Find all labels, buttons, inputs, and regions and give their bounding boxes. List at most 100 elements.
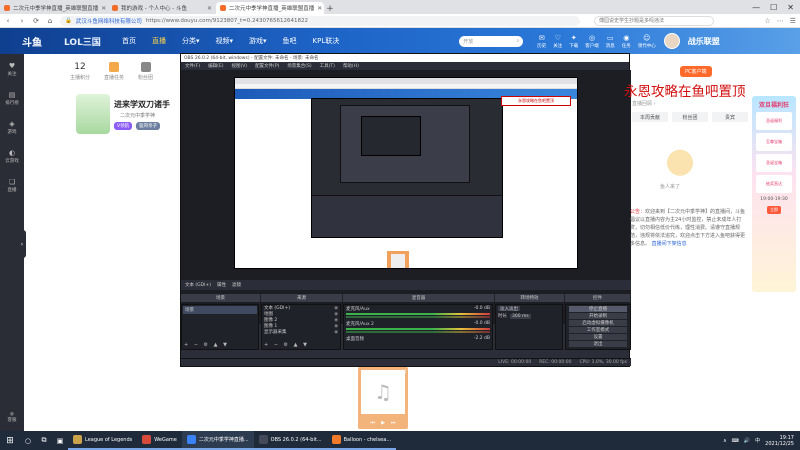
keyboard-icon[interactable]: ⌨: [732, 438, 739, 444]
obs-menu-file[interactable]: 文件(F): [185, 63, 200, 69]
sidebar-item-follow[interactable]: ♥ 关注: [8, 62, 17, 77]
anchor-badge[interactable]: 猛哥亲子: [136, 122, 161, 130]
menu-icon[interactable]: ☰: [790, 17, 796, 25]
eye-icon[interactable]: ◉: [334, 318, 338, 323]
volume-slider[interactable]: [346, 331, 490, 333]
tray-overflow-icon[interactable]: ∧: [723, 438, 727, 444]
browser-tab-1[interactable]: 二次元中季学神直播_英雄联盟直播 ✕: [0, 2, 108, 14]
nav-video[interactable]: 视频▾: [216, 36, 234, 46]
task-view-icon[interactable]: ⧉: [36, 436, 52, 445]
exit-button[interactable]: 退出: [569, 341, 627, 347]
browser-tab-3-active[interactable]: 二次元中季学神直播_英雄联盟直播 ✕: [216, 2, 324, 14]
transition-duration[interactable]: 时长 300 ms: [496, 312, 562, 320]
studio-mode-button[interactable]: 工作室模式: [569, 327, 627, 333]
center-button[interactable]: ☺ 领代中心: [638, 34, 656, 49]
minimize-button[interactable]: —: [752, 3, 760, 12]
volume-icon[interactable]: 🔊: [744, 438, 750, 444]
header-banner-text[interactable]: 战乐联盟: [688, 36, 720, 47]
close-tab-icon[interactable]: ✕: [207, 5, 212, 12]
sidebar-item-live[interactable]: ❏ 直播: [8, 178, 17, 193]
sidebar-collapse-button[interactable]: ›: [18, 230, 26, 258]
obs-title-bar[interactable]: OBS 26.0.2 (64-bit, windows) - 配置文件: 未命名…: [181, 54, 629, 62]
review-link[interactable]: 直播回顾 ›: [632, 100, 656, 107]
obs-menu-view[interactable]: 视图(V): [231, 63, 247, 69]
messages-button[interactable]: ▭ 消息: [606, 34, 615, 49]
maximize-button[interactable]: ☐: [770, 3, 777, 12]
ad-card[interactable]: 至尊宝箱: [756, 133, 792, 151]
user-avatar[interactable]: [663, 33, 680, 49]
browser-tab-2[interactable]: 我的游戏 - 个人中心 - 斗鱼 ✕: [108, 2, 216, 14]
search-icon[interactable]: ○: [20, 437, 36, 445]
back-button[interactable]: ‹: [4, 17, 12, 25]
sidebar-item-games[interactable]: ◈ 游戏: [8, 120, 17, 135]
ime-icon[interactable]: 中: [755, 437, 760, 444]
taskbar-item-league[interactable]: League of Legends: [68, 431, 138, 450]
stat-points[interactable]: 12 主播积分: [70, 62, 90, 81]
event-logo[interactable]: LOL三国: [64, 35, 108, 48]
settings-button[interactable]: 设置: [569, 334, 627, 340]
obs-preview[interactable]: 永恩攻略在鱼吧置顶 文本 (GDI+) 属性 滤镜 场景 来源 混音器 转场特效…: [181, 70, 631, 350]
tab-fan-club[interactable]: 粉丝团: [672, 112, 708, 122]
bookmark-icon[interactable]: ☆: [764, 17, 770, 25]
close-tab-icon[interactable]: ✕: [317, 5, 322, 12]
close-window-button[interactable]: ✕: [787, 3, 794, 12]
tab-vip[interactable]: 贵宾: [712, 112, 748, 122]
nav-category[interactable]: 分类▾: [182, 36, 200, 46]
explorer-icon[interactable]: ▣: [52, 437, 68, 445]
forward-button[interactable]: ›: [18, 17, 26, 25]
nav-games[interactable]: 游戏▾: [249, 36, 267, 46]
reload-button[interactable]: ⟳: [32, 17, 40, 25]
eye-icon[interactable]: ◉: [334, 330, 338, 335]
taskbar-item-obs[interactable]: OBS 26.0.2 (64-bit...: [253, 431, 327, 450]
close-icon[interactable]: ✕: [401, 368, 407, 376]
properties-button[interactable]: 属性: [217, 282, 226, 288]
stat-fans[interactable]: 粉丝团: [138, 62, 153, 81]
anchor-name[interactable]: 二次元中季学神: [120, 112, 155, 119]
obs-menu-profile[interactable]: 配置文件(P): [255, 63, 279, 69]
sidebar-item-cloud-game[interactable]: ◐ 云游戏: [5, 149, 19, 164]
scene-item[interactable]: 场景: [183, 306, 257, 314]
next-track-icon[interactable]: ⏭: [391, 420, 396, 426]
stat-tasks[interactable]: 直播任务: [104, 62, 124, 81]
stop-streaming-button[interactable]: 停止直播: [569, 306, 627, 312]
more-icon[interactable]: ⋯: [777, 17, 784, 25]
source-item[interactable]: 显示器采集 ◉: [262, 329, 340, 336]
new-tab-button[interactable]: +: [324, 4, 336, 14]
clock[interactable]: 19:17 2021/12/25: [765, 435, 794, 447]
pc-client-badge[interactable]: PC客户端: [680, 66, 712, 77]
client-button[interactable]: ◎ 客户端: [585, 34, 599, 49]
eye-icon[interactable]: ◉: [334, 306, 338, 311]
history-button[interactable]: ✉ 历史: [537, 34, 546, 49]
notice-link[interactable]: 直播间下架信息: [652, 241, 687, 247]
tasks-button[interactable]: ◉ 任务: [622, 34, 631, 49]
filters-button[interactable]: 滤镜: [232, 282, 241, 288]
url-bar[interactable]: 🔒 武汉斗鱼网络科技有限公司 https://www.douyu.com/912…: [60, 15, 580, 26]
nav-kpl[interactable]: KPL联决: [313, 36, 340, 46]
obs-menu-edit[interactable]: 编辑(E): [208, 63, 223, 69]
follow-button[interactable]: ♡ 关注: [553, 34, 562, 49]
obs-menu-tools[interactable]: 工具(T): [320, 63, 335, 69]
previous-track-icon[interactable]: ⏮: [371, 420, 376, 426]
browser-search-box[interactable]: 傅园说史学生抄题是多吗违法: [594, 15, 714, 26]
sidebar-service[interactable]: ◍ 客服: [8, 412, 17, 423]
event-ad-banner[interactable]: 双旦福利狂 圣诞福利 至尊宝箱 圣诞宝箱 抽奖直达 19:00-19:30 立即: [752, 96, 796, 292]
ad-card[interactable]: 抽奖直达: [756, 175, 792, 193]
home-button[interactable]: ⌂: [46, 17, 54, 25]
ad-card[interactable]: 圣诞宝箱: [756, 154, 792, 172]
source-tools[interactable]: + − ⚙ ▲ ▼: [264, 342, 309, 348]
nav-home[interactable]: 首页: [122, 36, 136, 46]
douyu-logo[interactable]: 斗鱼: [0, 28, 64, 54]
anchor-avatar[interactable]: [76, 94, 110, 134]
download-button[interactable]: ✦ 下载: [569, 34, 578, 49]
start-recording-button[interactable]: 开始录制: [569, 313, 627, 319]
scene-tools[interactable]: + − ⚙ ▲ ▼: [184, 342, 229, 348]
anchor-badge[interactable]: V领航: [114, 122, 133, 130]
obs-menu-scenes[interactable]: 场景集合(S): [287, 63, 311, 69]
tab-weekly-contribution[interactable]: 本周贡献: [632, 112, 668, 122]
obs-menu-help[interactable]: 帮助(H): [343, 63, 359, 69]
volume-slider[interactable]: [346, 316, 490, 318]
eye-icon[interactable]: ◉: [334, 324, 338, 329]
eye-icon[interactable]: ◉: [334, 312, 338, 317]
taskbar-item-wegame[interactable]: WeGame: [137, 431, 182, 450]
close-tab-icon[interactable]: ✕: [101, 5, 106, 12]
